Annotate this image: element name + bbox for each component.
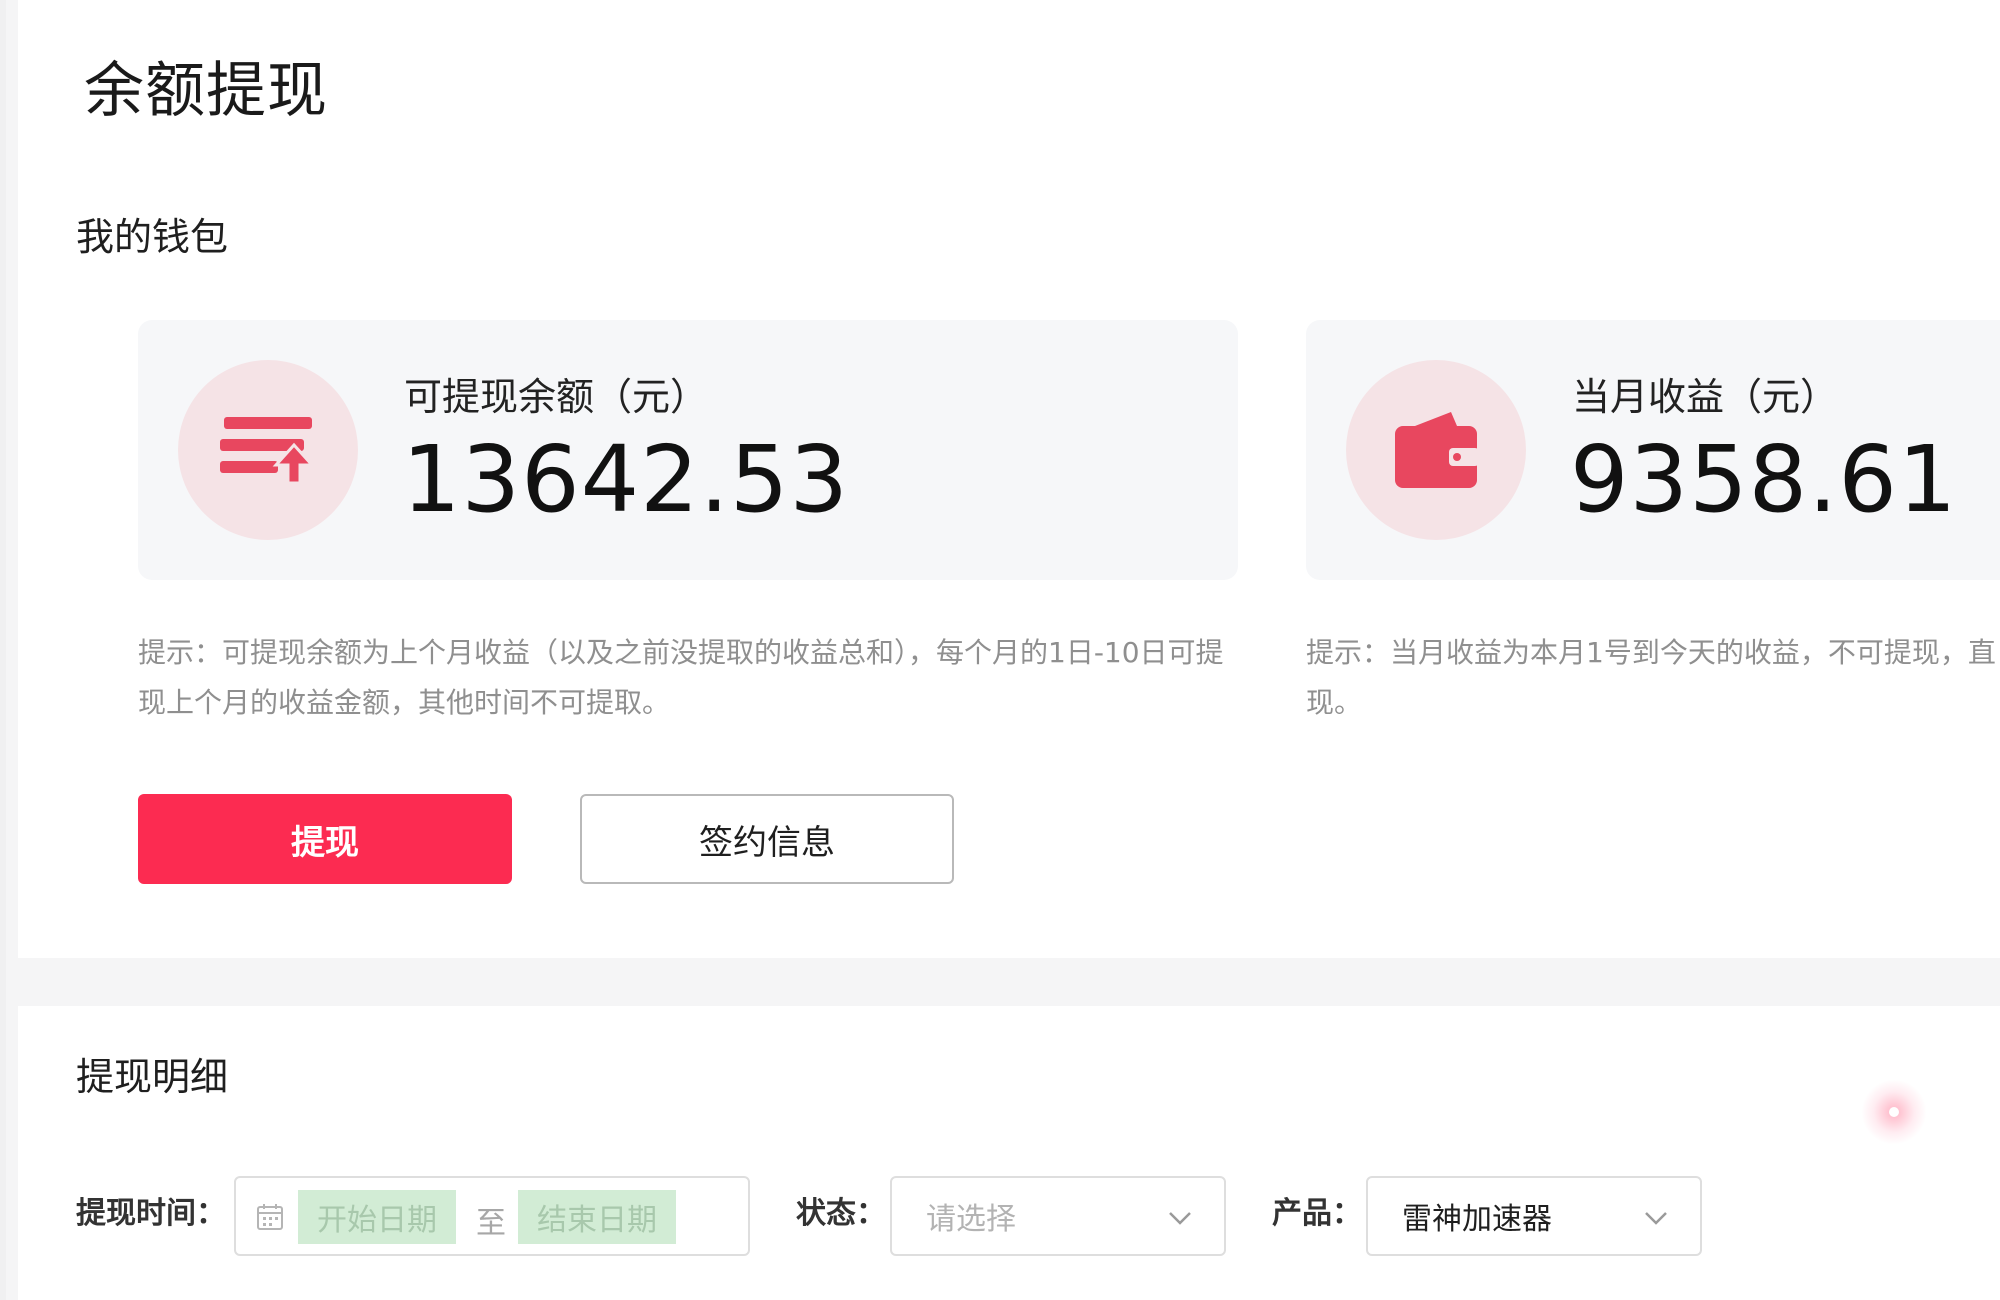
- calendar-icon: [256, 1203, 284, 1235]
- start-date-input[interactable]: 开始日期: [298, 1190, 456, 1244]
- chevron-down-icon: [1166, 1204, 1194, 1240]
- contract-info-button[interactable]: 签约信息: [580, 794, 954, 884]
- withdrawable-tip: 提示：可提现余额为上个月收益（以及之前没提取的收益总和），每个月的1日-10日可…: [138, 636, 1224, 719]
- monthly-tip: 提示：当月收益为本月1号到今天的收益，不可提现，直现。: [1306, 636, 1996, 719]
- wallet-section-title: 我的钱包: [76, 215, 229, 259]
- withdraw-button[interactable]: 提现: [138, 794, 512, 884]
- monthly-income-value: 9358.61: [1570, 426, 1958, 533]
- withdrawable-balance-value: 13642.53: [402, 426, 849, 533]
- withdrawable-balance-label: 可提现余额（元）: [404, 375, 709, 419]
- left-edge-strip: [0, 0, 6, 1300]
- date-range-separator: 至: [476, 1206, 506, 1241]
- chevron-down-icon: [1642, 1204, 1670, 1240]
- status-select[interactable]: 请选择: [890, 1176, 1226, 1256]
- floating-indicator-dot: [1862, 1080, 1926, 1144]
- monthly-income-label: 当月收益（元）: [1572, 375, 1839, 419]
- status-select-placeholder: 请选择: [926, 1202, 1016, 1237]
- product-select[interactable]: 雷神加速器: [1366, 1176, 1702, 1256]
- withdraw-time-label: 提现时间：: [76, 1196, 226, 1231]
- end-date-input[interactable]: 结束日期: [518, 1190, 676, 1244]
- wallet-icon: [1346, 360, 1526, 540]
- date-range-picker[interactable]: 开始日期 至 结束日期: [234, 1176, 750, 1256]
- page-title: 余额提现: [84, 56, 328, 126]
- product-label: 产品：: [1272, 1196, 1362, 1231]
- withdrawable-balance-card: 可提现余额（元） 13642.53: [138, 320, 1238, 580]
- details-section-title: 提现明细: [76, 1055, 229, 1099]
- product-select-value: 雷神加速器: [1402, 1202, 1552, 1237]
- status-label: 状态：: [796, 1196, 886, 1231]
- withdraw-list-icon: [178, 360, 358, 540]
- wallet-panel: 余额提现 我的钱包 可提现余额（元） 13642.53 当月收益（元） 9358…: [18, 0, 2000, 958]
- monthly-income-card: 当月收益（元） 9358.61: [1306, 320, 2000, 580]
